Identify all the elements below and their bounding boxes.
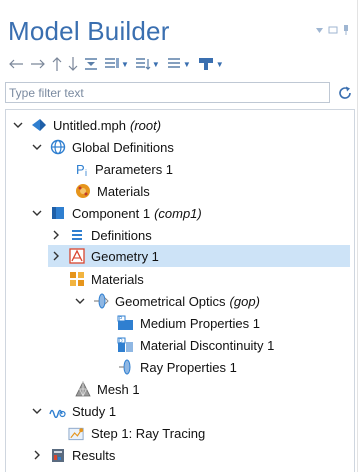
tree-node-study[interactable]: Study 1 xyxy=(31,400,116,422)
tree-node-label: Material Discontinuity 1 xyxy=(140,337,275,353)
globe-icon xyxy=(49,139,66,156)
svg-text:D: D xyxy=(119,339,123,345)
chevron-down-icon[interactable] xyxy=(31,141,43,153)
tree-node-label: Geometrical Optics xyxy=(115,293,226,309)
add-node-caret-icon[interactable]: ▼ xyxy=(216,60,224,69)
tree-node-label: Mesh 1 xyxy=(97,381,140,397)
show-options-caret-icon[interactable]: ▼ xyxy=(121,60,129,69)
material-discontinuity-icon: D xyxy=(117,337,134,354)
refresh-icon[interactable] xyxy=(336,84,354,102)
geometry-icon xyxy=(68,248,85,265)
tree-node-label: Materials xyxy=(91,271,144,287)
parameters-icon: Pi xyxy=(74,161,91,178)
chevron-right-icon[interactable] xyxy=(31,449,43,461)
tree-node-ray-properties[interactable]: Ray Properties 1 xyxy=(117,356,237,378)
chevron-down-icon[interactable] xyxy=(31,405,43,417)
tree-node-label: Definitions xyxy=(91,227,152,243)
tree-node-results[interactable]: Results xyxy=(31,444,115,466)
tree-node-material-discontinuity[interactable]: D Material Discontinuity 1 xyxy=(117,334,274,356)
pin-icon[interactable] xyxy=(342,24,350,36)
panel-title: Model Builder xyxy=(8,16,170,46)
tree-node-label: Medium Properties 1 xyxy=(140,315,260,331)
back-arrow-icon[interactable] xyxy=(8,54,24,74)
root-model-icon xyxy=(30,117,47,134)
tree-node-global-materials[interactable]: Materials xyxy=(74,180,150,202)
study-icon xyxy=(49,403,66,420)
tree-node-note: (gop) xyxy=(229,293,260,309)
materials-grid-icon xyxy=(68,271,85,288)
minimize-icon[interactable] xyxy=(328,25,338,35)
tree-node-component[interactable]: Component 1 (comp1) xyxy=(31,202,202,224)
sort-icon[interactable] xyxy=(135,54,151,74)
panel-header: Model Builder ▼ ▼ ▼ ▼ xyxy=(0,0,358,80)
tree-node-root[interactable]: Untitled.mph (root) xyxy=(12,114,161,136)
tree-node-mesh[interactable]: Mesh 1 xyxy=(74,378,140,400)
tree-node-label: Step 1: Ray Tracing xyxy=(91,425,206,441)
filter-input[interactable] xyxy=(5,82,330,103)
tree-node-note: (comp1) xyxy=(154,205,202,221)
tree-node-definitions[interactable]: Definitions xyxy=(50,224,152,246)
component-icon xyxy=(49,205,66,222)
window-controls xyxy=(315,24,350,36)
tree-node-geometrical-optics[interactable]: Geometrical Optics (gop) xyxy=(74,290,260,312)
chevron-down-icon[interactable] xyxy=(31,207,43,219)
tree-node-medium-properties[interactable]: P Medium Properties 1 xyxy=(117,312,260,334)
down-arrow-icon[interactable] xyxy=(68,54,78,74)
tree-node-label: Parameters 1 xyxy=(95,161,174,177)
svg-text:P: P xyxy=(76,162,85,177)
medium-properties-icon: P xyxy=(117,315,134,332)
expand-options-icon[interactable] xyxy=(166,54,182,74)
show-options-icon[interactable] xyxy=(104,54,120,74)
tree-node-parameters[interactable]: Pi Parameters 1 xyxy=(74,158,174,180)
chevron-right-icon[interactable] xyxy=(50,229,62,241)
collapse-icon[interactable] xyxy=(84,54,98,74)
tree-node-note: (root) xyxy=(129,117,162,133)
add-node-icon[interactable] xyxy=(197,54,215,74)
forward-arrow-icon[interactable] xyxy=(30,54,46,74)
toolbar: ▼ ▼ ▼ ▼ xyxy=(8,54,230,74)
model-builder-panel: Model Builder ▼ ▼ ▼ ▼ Type filter text U… xyxy=(0,0,358,472)
tree-node-geometry[interactable]: Geometry 1 xyxy=(48,245,350,267)
definitions-icon xyxy=(68,227,85,244)
expand-options-caret-icon[interactable]: ▼ xyxy=(183,60,191,69)
ray-properties-icon xyxy=(117,359,134,376)
tree-node-label: Untitled.mph xyxy=(53,117,126,133)
tree-node-label: Results xyxy=(72,447,116,463)
chevron-right-icon[interactable] xyxy=(50,250,62,262)
chevron-down-icon[interactable] xyxy=(74,295,86,307)
up-arrow-icon[interactable] xyxy=(52,54,62,74)
mesh-icon xyxy=(74,381,91,398)
tree-node-label: Global Definitions xyxy=(72,139,174,155)
filter-row xyxy=(5,82,355,104)
svg-text:i: i xyxy=(85,168,87,177)
results-icon xyxy=(49,447,66,464)
tree-node-label: Materials xyxy=(97,183,150,199)
geometrical-optics-icon xyxy=(92,293,109,310)
tree-node-global-definitions[interactable]: Global Definitions xyxy=(31,136,174,158)
tree-node-comp-materials[interactable]: Materials xyxy=(68,268,144,290)
sort-caret-icon[interactable]: ▼ xyxy=(152,60,160,69)
step-icon xyxy=(68,425,85,442)
tree-node-label: Geometry 1 xyxy=(91,248,159,264)
tree-node-step[interactable]: Step 1: Ray Tracing xyxy=(68,422,205,444)
view-menu-icon[interactable] xyxy=(315,26,324,35)
materials-icon xyxy=(74,183,91,200)
tree-node-label: Study 1 xyxy=(72,403,117,419)
chevron-down-icon[interactable] xyxy=(12,119,24,131)
tree-node-label: Ray Properties 1 xyxy=(140,359,237,375)
tree-node-label: Component 1 xyxy=(72,205,151,221)
